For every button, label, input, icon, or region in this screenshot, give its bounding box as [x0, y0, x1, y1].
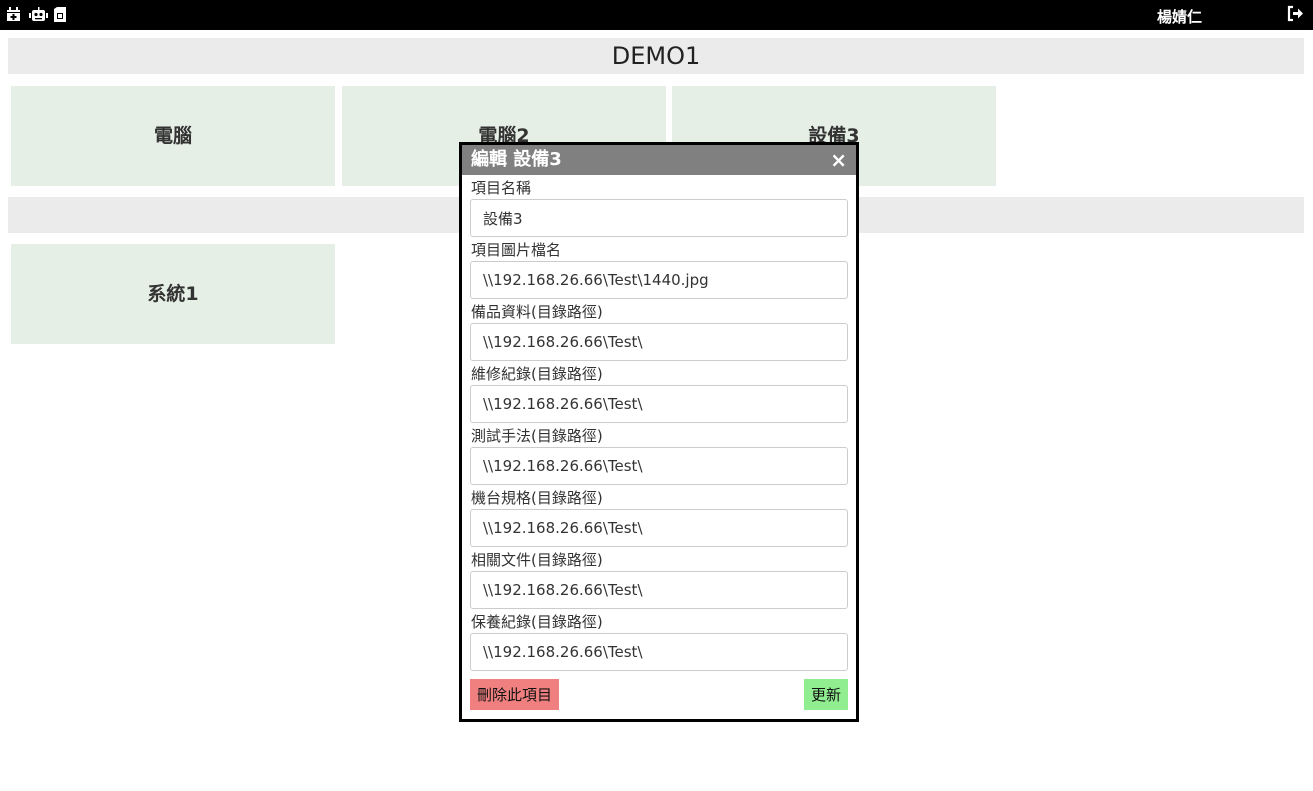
- dialog-title: 編輯 設備3: [471, 149, 562, 170]
- dialog-footer: 刪除此項目 更新: [462, 679, 856, 719]
- related-docs-path-label: 相關文件(目錄路徑): [471, 551, 603, 569]
- dialog-body: 項目名稱 項目圖片檔名 備品資料(目錄路徑) 維修紀錄(目錄路徑) 測試手法(目…: [462, 178, 856, 671]
- repair-records-path-label: 維修紀錄(目錄路徑): [471, 365, 603, 383]
- image-filename-label: 項目圖片檔名: [471, 241, 562, 259]
- item-tile[interactable]: 電腦: [11, 86, 335, 186]
- test-methods-path-label: 測試手法(目錄路徑): [471, 427, 603, 445]
- item-tile[interactable]: 系統1: [11, 244, 335, 344]
- related-docs-path-input[interactable]: [470, 571, 848, 609]
- dialog-header: 編輯 設備3 ×: [462, 145, 856, 175]
- machine-specs-path-label: 機台規格(目錄路徑): [471, 489, 603, 507]
- top-bar: 楊婧仁: [0, 0, 1313, 30]
- item-name-label: 項目名稱: [471, 179, 532, 197]
- machine-specs-path-input[interactable]: [470, 509, 848, 547]
- robot-icon[interactable]: [29, 7, 48, 25]
- close-icon[interactable]: ×: [830, 145, 847, 175]
- delete-item-button[interactable]: 刪除此項目: [470, 679, 560, 710]
- update-button[interactable]: 更新: [803, 679, 848, 710]
- spare-parts-path-label: 備品資料(目錄路徑): [471, 303, 603, 321]
- image-filename-input[interactable]: [470, 261, 848, 299]
- edit-item-dialog: 編輯 設備3 × 項目名稱 項目圖片檔名 備品資料(目錄路徑) 維修紀錄(目錄路…: [459, 142, 859, 722]
- test-methods-path-input[interactable]: [470, 447, 848, 485]
- repair-records-path-input[interactable]: [470, 385, 848, 423]
- spare-parts-path-input[interactable]: [470, 323, 848, 361]
- calendar-plus-icon[interactable]: [6, 7, 21, 25]
- sim-card-icon[interactable]: [54, 7, 66, 25]
- maintenance-records-path-input[interactable]: [470, 633, 848, 671]
- user-name: 楊婧仁: [1157, 8, 1203, 26]
- sign-out-icon[interactable]: [1287, 5, 1304, 27]
- maintenance-records-path-label: 保養紀錄(目錄路徑): [471, 613, 603, 631]
- group-header-demo1: DEMO1: [8, 38, 1304, 74]
- item-name-input[interactable]: [470, 199, 848, 237]
